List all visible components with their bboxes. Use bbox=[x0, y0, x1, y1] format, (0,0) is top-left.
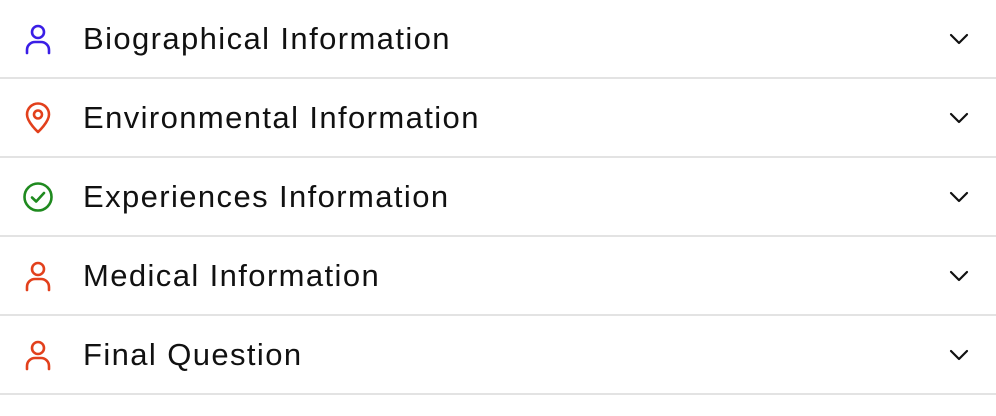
section-label: Final Question bbox=[83, 336, 303, 372]
user-icon bbox=[22, 339, 54, 371]
accordion: Biographical Information Environmental I… bbox=[0, 0, 996, 395]
section-label: Biographical Information bbox=[83, 20, 451, 56]
section-biographical-information[interactable]: Biographical Information bbox=[0, 0, 996, 79]
section-experiences-information[interactable]: Experiences Information bbox=[0, 158, 996, 237]
section-label: Experiences Information bbox=[83, 178, 450, 214]
location-pin-icon bbox=[22, 101, 54, 134]
check-circle-icon bbox=[22, 181, 54, 213]
chevron-down-icon[interactable] bbox=[948, 28, 970, 50]
section-medical-information[interactable]: Medical Information bbox=[0, 237, 996, 316]
chevron-down-icon[interactable] bbox=[948, 265, 970, 287]
chevron-down-icon[interactable] bbox=[948, 107, 970, 129]
chevron-down-icon[interactable] bbox=[948, 186, 970, 208]
chevron-down-icon[interactable] bbox=[948, 344, 970, 366]
section-label: Environmental Information bbox=[83, 99, 480, 135]
section-final-question[interactable]: Final Question bbox=[0, 316, 996, 395]
user-icon bbox=[22, 23, 54, 55]
section-label: Medical Information bbox=[83, 257, 381, 293]
user-icon bbox=[22, 260, 54, 292]
section-environmental-information[interactable]: Environmental Information bbox=[0, 79, 996, 158]
